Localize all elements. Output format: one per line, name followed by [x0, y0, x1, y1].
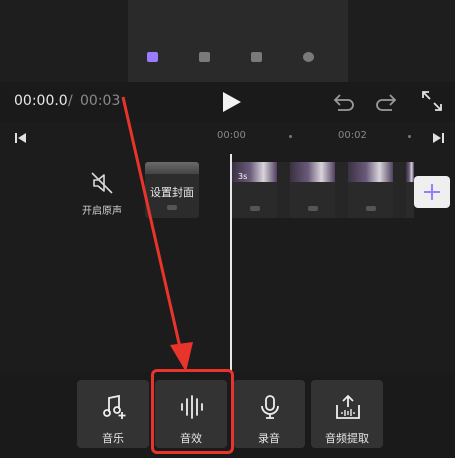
ruler-tick	[408, 135, 411, 138]
mini-tab-edit[interactable]	[140, 52, 164, 64]
mini-tab-text[interactable]	[192, 52, 216, 64]
record-button[interactable]: 录音	[233, 380, 305, 448]
audio-extract-button[interactable]: 音频提取	[311, 380, 383, 448]
image-icon	[250, 52, 262, 62]
mini-tab-image[interactable]	[244, 52, 268, 64]
ruler-tick	[289, 135, 292, 138]
plus-icon	[424, 184, 440, 200]
music-label: 音乐	[102, 432, 124, 445]
ruler-label-start: 00:00	[217, 130, 246, 141]
highlight-box	[151, 369, 234, 454]
play-icon[interactable]	[219, 90, 243, 114]
cover-label: 设置封面	[150, 186, 194, 199]
ruler-label-2s: 00:02	[338, 130, 367, 141]
video-frame	[406, 162, 414, 218]
original-sound-toggle[interactable]: 开启原声	[70, 170, 134, 217]
current-time: 00:00.0	[14, 93, 68, 109]
sticker-icon	[302, 52, 314, 62]
timeline-area: 00:00 00:02 开启原声 设置封面 3s	[0, 122, 455, 372]
video-frame	[232, 162, 277, 218]
music-add-icon	[103, 394, 126, 419]
mini-tab-sticker[interactable]	[296, 52, 320, 64]
video-frame	[348, 162, 393, 218]
video-track[interactable]	[232, 162, 414, 218]
time-separator: /	[68, 93, 73, 109]
fullscreen-icon[interactable]	[420, 89, 444, 113]
video-frame	[290, 162, 335, 218]
text-icon	[198, 52, 210, 62]
music-button[interactable]: 音乐	[77, 380, 149, 448]
clip-duration: 3s	[238, 172, 248, 181]
preview-area	[0, 0, 455, 82]
audio-extract-label: 音频提取	[325, 432, 369, 445]
video-preview[interactable]	[128, 0, 348, 82]
speaker-muted-icon	[91, 172, 113, 194]
skip-to-end-icon[interactable]	[431, 131, 445, 145]
record-label: 录音	[258, 432, 280, 445]
scissors-icon	[146, 52, 158, 62]
undo-icon[interactable]	[332, 91, 356, 113]
playhead[interactable]	[230, 154, 232, 372]
audio-extract-icon	[336, 394, 360, 419]
cover-thumbnail	[145, 162, 199, 174]
playback-control-bar: 00:00.0 / 00:03	[0, 82, 455, 122]
add-clip-button[interactable]	[414, 176, 450, 208]
microphone-icon	[261, 395, 279, 419]
original-sound-label: 开启原声	[82, 206, 122, 217]
skip-to-start-icon[interactable]	[14, 131, 28, 145]
redo-icon[interactable]	[374, 91, 398, 113]
cover-handle	[167, 205, 177, 210]
set-cover-button[interactable]: 设置封面	[145, 162, 199, 218]
total-time: 00:03	[80, 93, 121, 109]
